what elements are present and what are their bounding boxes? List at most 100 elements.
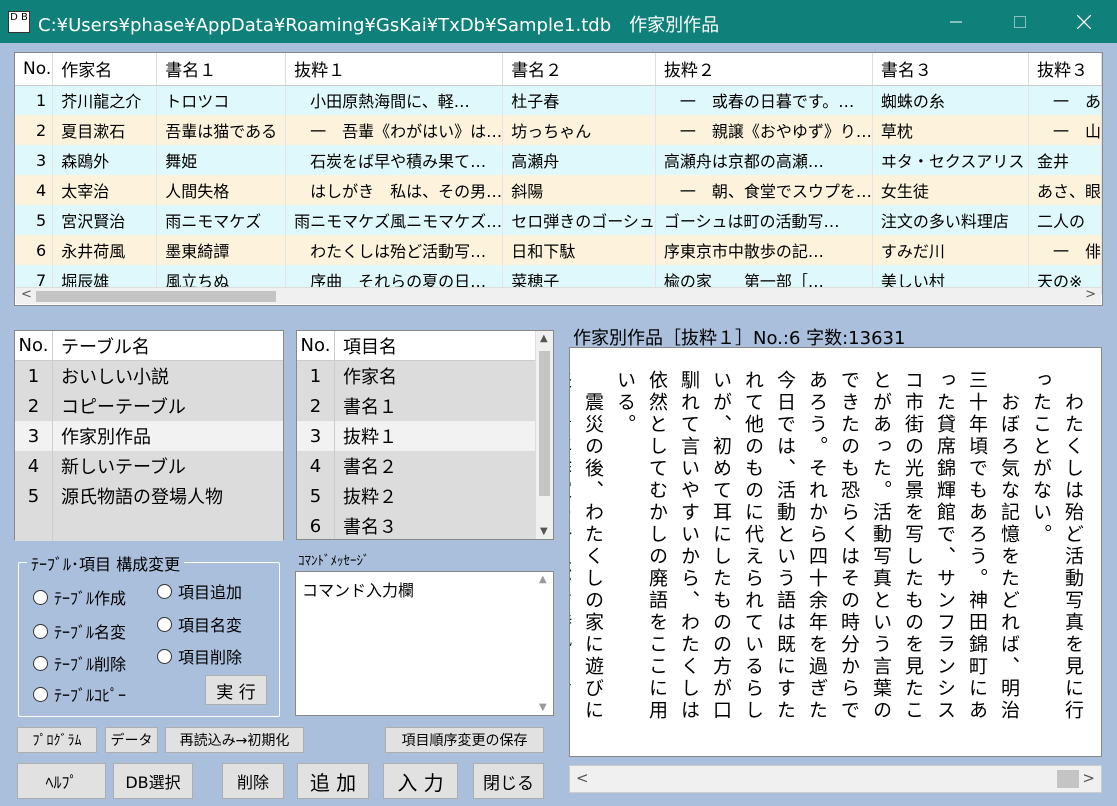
scrollbar-thumb[interactable]: [36, 291, 276, 302]
column-header[interactable]: 抜粋３: [1028, 53, 1102, 86]
cell[interactable]: 斜陽: [502, 175, 656, 205]
radio-rename-table[interactable]: ﾃｰﾌﾞﾙ名変: [33, 619, 126, 643]
cell[interactable]: 一 親譲《おやゆず》り…: [655, 115, 873, 145]
cell[interactable]: ヰタ・セクスアリス: [872, 145, 1029, 175]
execute-button[interactable]: 実 行: [205, 675, 267, 705]
cell[interactable]: 高瀬舟: [502, 145, 656, 175]
cell[interactable]: トロツコ: [156, 85, 287, 115]
cell[interactable]: 二人の: [1028, 205, 1102, 235]
maximize-button[interactable]: [990, 0, 1050, 43]
records-grid[interactable]: No. 作家名 書名１ 抜粋１ 書名２ 抜粋２ 書名３ 抜粋３ 1 芥川龍之介 …: [14, 52, 1103, 306]
table-row[interactable]: 1 芥川龍之介 トロツコ 小田原熱海間に、軽… 杜子春 一 或春の日暮です。… …: [15, 85, 1102, 115]
close-button[interactable]: 閉じる: [473, 763, 544, 799]
table-list-item[interactable]: 5 源氏物語の登場人物: [15, 481, 283, 511]
table-row[interactable]: 5 宮沢賢治 雨ニモマケズ 雨ニモマケズ風ニモマケズ… セロ弾きのゴーシュ ゴー…: [15, 205, 1102, 235]
delete-button[interactable]: 削除: [222, 763, 284, 799]
field-list-item[interactable]: 6 書名３: [297, 511, 535, 539]
radio-create-table[interactable]: ﾃｰﾌﾞﾙ作成: [33, 585, 126, 609]
cell[interactable]: 雨ニモマケズ風ニモマケズ…: [285, 205, 504, 235]
table-row[interactable]: 4 太宰治 人間失格 はしがき 私は、その男… 斜陽 一 朝、食堂でスウプを… …: [15, 175, 1102, 205]
field-list-item[interactable]: 2 書名１: [297, 391, 535, 421]
scroll-left-icon[interactable]: <: [576, 769, 589, 787]
command-scrollbar[interactable]: ▲ ▼: [535, 572, 553, 715]
cell[interactable]: 一 或春の日暮です。…: [655, 85, 873, 115]
field-list[interactable]: No. 項目名 1 作家名 2 書名１ 3 抜粋１ 4 書名２ 5 抜粋２ 6 …: [296, 330, 554, 540]
program-button[interactable]: ﾌﾟﾛｸﾞﾗﾑ: [17, 727, 97, 753]
scroll-down-icon[interactable]: ▼: [539, 702, 547, 713]
close-window-button[interactable]: [1054, 0, 1114, 43]
cell[interactable]: わたくしは殆ど活動写…: [285, 235, 504, 265]
column-header[interactable]: 抜粋１: [285, 53, 504, 86]
scroll-down-icon[interactable]: ▼: [540, 526, 548, 537]
cell[interactable]: セロ弾きのゴーシュ: [502, 205, 656, 235]
table-row[interactable]: 6 永井荷風 墨東綺譚 わたくしは殆ど活動写… 日和下駄 序東京市中散歩の記… …: [15, 235, 1102, 265]
cell[interactable]: 墨東綺譚: [156, 235, 287, 265]
cell[interactable]: 宮沢賢治: [52, 205, 158, 235]
cell[interactable]: すみだ川: [872, 235, 1029, 265]
field-list-item-selected[interactable]: 3 抜粋１: [297, 421, 535, 451]
field-list-item[interactable]: 5 抜粋２: [297, 481, 535, 511]
cell[interactable]: ゴーシュは町の活動写…: [655, 205, 873, 235]
cell[interactable]: 高瀬舟は京都の高瀬…: [655, 145, 873, 175]
scroll-right-icon[interactable]: >: [1085, 287, 1096, 302]
cell[interactable]: 一 俳: [1028, 235, 1102, 265]
column-header[interactable]: 書名１: [156, 53, 287, 86]
table-row[interactable]: 3 森鴎外 舞姫 石炭をば早や積み果て… 高瀬舟 高瀬舟は京都の高瀬… ヰタ・セ…: [15, 145, 1102, 175]
cell[interactable]: 坊っちゃん: [502, 115, 656, 145]
column-header[interactable]: 書名３: [872, 53, 1029, 86]
cell[interactable]: 注文の多い料理店: [872, 205, 1029, 235]
cell[interactable]: 杜子春: [502, 85, 656, 115]
field-list-item[interactable]: 1 作家名: [297, 361, 535, 391]
table-list-item[interactable]: 1 おいしい小説: [15, 361, 283, 391]
table-row[interactable]: 2 夏目漱石 吾輩は猫である 一 吾輩《わがはい》は… 坊っちゃん 一 親譲《お…: [15, 115, 1102, 145]
cell[interactable]: 蜘蛛の糸: [872, 85, 1029, 115]
data-button[interactable]: データ: [105, 727, 158, 753]
scroll-right-icon[interactable]: >: [1082, 769, 1095, 787]
vertical-text-viewer[interactable]: わたくしは殆ど活動写真を見に行ったことがない。 おぼろ気な記憶をたどれば、明治三…: [569, 347, 1102, 757]
radio-delete-field[interactable]: 項目削除: [157, 644, 242, 668]
scroll-up-icon[interactable]: ▲: [540, 333, 548, 344]
cell[interactable]: 一 山: [1028, 115, 1102, 145]
cell[interactable]: 雨ニモマケズ: [156, 205, 287, 235]
minimize-button[interactable]: [926, 0, 986, 43]
table-list[interactable]: No. テーブル名 1 おいしい小説 2 コピーテーブル 3 作家別作品 4 新…: [14, 330, 284, 541]
table-list-item-selected[interactable]: 3 作家別作品: [15, 421, 283, 451]
cell[interactable]: 森鴎外: [52, 145, 158, 175]
table-list-item[interactable]: 2 コピーテーブル: [15, 391, 283, 421]
add-button[interactable]: 追 加: [297, 763, 369, 799]
cell[interactable]: 永井荷風: [52, 235, 158, 265]
scrollbar-thumb[interactable]: [539, 351, 550, 496]
field-list-item[interactable]: 4 書名２: [297, 451, 535, 481]
cell[interactable]: 舞姫: [156, 145, 287, 175]
help-button[interactable]: ﾍﾙﾌﾟ: [17, 763, 106, 799]
scroll-left-icon[interactable]: <: [21, 287, 32, 302]
cell[interactable]: 女生徒: [872, 175, 1029, 205]
reload-init-button[interactable]: 再読込み→初期化: [165, 727, 304, 753]
cell[interactable]: 夏目漱石: [52, 115, 158, 145]
cell[interactable]: 金井: [1028, 145, 1102, 175]
column-header[interactable]: 抜粋２: [655, 53, 873, 86]
cell[interactable]: 吾輩は猫である: [156, 115, 287, 145]
cell[interactable]: 太宰治: [52, 175, 158, 205]
column-header[interactable]: No.: [15, 53, 54, 86]
reader-horizontal-scrollbar[interactable]: < >: [569, 765, 1102, 793]
radio-delete-table[interactable]: ﾃｰﾌﾞﾙ削除: [33, 651, 126, 675]
grid-horizontal-scrollbar[interactable]: < >: [16, 287, 1101, 304]
cell[interactable]: 一 あ: [1028, 85, 1102, 115]
cell[interactable]: はしがき 私は、その男…: [285, 175, 504, 205]
radio-rename-field[interactable]: 項目名変: [157, 612, 242, 636]
save-field-order-button[interactable]: 項目順序変更の保存: [385, 727, 544, 753]
scrollbar-thumb[interactable]: [1057, 770, 1079, 788]
cell[interactable]: 草枕: [872, 115, 1029, 145]
radio-copy-table[interactable]: ﾃｰﾌﾞﾙｺﾋﾟｰ: [33, 682, 126, 706]
cell[interactable]: 一 朝、食堂でスウプを…: [655, 175, 873, 205]
field-list-scrollbar[interactable]: ▲ ▼: [535, 331, 553, 539]
cell[interactable]: 石炭をば早や積み果て…: [285, 145, 504, 175]
column-header[interactable]: 書名２: [502, 53, 656, 86]
cell[interactable]: 芥川龍之介: [52, 85, 158, 115]
table-list-item[interactable]: 4 新しいテーブル: [15, 451, 283, 481]
db-select-button[interactable]: DB選択: [113, 763, 193, 799]
radio-add-field[interactable]: 項目追加: [157, 579, 242, 603]
cell[interactable]: 人間失格: [156, 175, 287, 205]
scroll-up-icon[interactable]: ▲: [539, 574, 547, 585]
